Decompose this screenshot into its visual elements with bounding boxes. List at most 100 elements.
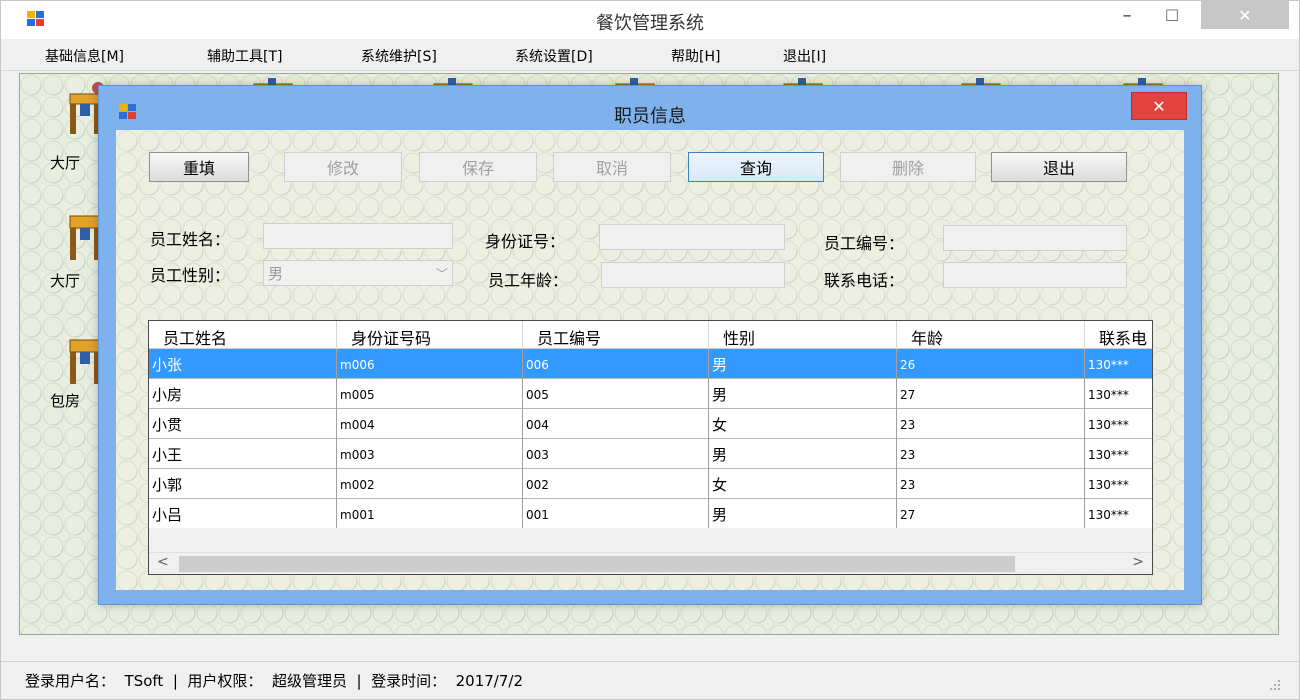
menu-maintenance[interactable]: 系统维护[S] bbox=[361, 46, 437, 66]
cell-age[interactable]: 26 bbox=[897, 349, 1085, 379]
employee-gender-label: 员工性别： bbox=[150, 266, 231, 285]
close-button[interactable]: ✕ bbox=[1201, 1, 1289, 29]
edit-button[interactable]: 修改 bbox=[284, 152, 402, 182]
cell-age[interactable]: 27 bbox=[897, 499, 1085, 529]
cell-employee-number[interactable]: 002 bbox=[523, 469, 709, 499]
column-header-age[interactable]: 年龄 bbox=[897, 321, 1085, 349]
cancel-button[interactable]: 取消 bbox=[553, 152, 671, 182]
menu-settings[interactable]: 系统设置[D] bbox=[515, 46, 593, 66]
reset-button[interactable]: 重填 bbox=[149, 152, 249, 182]
delete-button[interactable]: 删除 bbox=[840, 152, 976, 182]
minimize-icon: – bbox=[1122, 4, 1132, 26]
cell-phone[interactable]: 130*** bbox=[1085, 409, 1152, 439]
table-label: 大厅 bbox=[50, 272, 81, 290]
cell-gender[interactable]: 女 bbox=[709, 409, 897, 439]
employee-age-label: 员工年龄： bbox=[488, 271, 569, 290]
id-card-label: 身份证号： bbox=[485, 232, 566, 251]
table-row[interactable]: 小房 m005 005 男 27 130*** bbox=[149, 379, 1152, 409]
table-row[interactable]: 小贯 m004 004 女 23 130*** bbox=[149, 409, 1152, 439]
minimize-button[interactable]: – bbox=[1109, 1, 1145, 29]
cell-id-card[interactable]: m006 bbox=[337, 349, 523, 379]
id-card-input[interactable] bbox=[599, 224, 785, 250]
cell-employee-number[interactable]: 005 bbox=[523, 379, 709, 409]
app-title: 餐饮管理系统 bbox=[596, 13, 704, 34]
table-row[interactable]: 小张 m006 006 男 26 130*** bbox=[149, 349, 1152, 379]
column-header-name[interactable]: 员工姓名 bbox=[149, 321, 337, 349]
resize-grip-icon[interactable] bbox=[1269, 679, 1281, 691]
cell-id-card[interactable]: m003 bbox=[337, 439, 523, 469]
employee-number-label: 员工编号： bbox=[824, 234, 905, 253]
cell-employee-number[interactable]: 001 bbox=[523, 499, 709, 529]
gender-selected-value: 男 bbox=[268, 264, 284, 283]
column-header-id-card[interactable]: 身份证号码 bbox=[337, 321, 523, 349]
table-row[interactable]: 小郭 m002 002 女 23 130*** bbox=[149, 469, 1152, 499]
menu-basic-info[interactable]: 基础信息[M] bbox=[45, 46, 124, 66]
cell-gender[interactable]: 女 bbox=[709, 469, 897, 499]
horizontal-scrollbar[interactable]: < > bbox=[149, 552, 1152, 574]
phone-label: 联系电话： bbox=[824, 271, 905, 290]
cell-name[interactable]: 小贯 bbox=[149, 409, 337, 439]
grid-header: 员工姓名 身份证号码 员工编号 性别 年龄 联系电 bbox=[149, 321, 1152, 349]
dialog-title: 职员信息 bbox=[614, 106, 686, 127]
cell-age[interactable]: 27 bbox=[897, 379, 1085, 409]
dialog-close-button[interactable]: ✕ bbox=[1131, 92, 1187, 120]
cell-name[interactable]: 小房 bbox=[149, 379, 337, 409]
employee-gender-select[interactable]: 男 ﹀ bbox=[263, 260, 453, 286]
column-header-gender[interactable]: 性别 bbox=[709, 321, 897, 349]
cell-name[interactable]: 小王 bbox=[149, 439, 337, 469]
employee-age-input[interactable] bbox=[601, 262, 785, 288]
maximize-button[interactable]: ☐ bbox=[1149, 1, 1195, 29]
column-header-phone[interactable]: 联系电 bbox=[1085, 321, 1152, 349]
dialog-title-bar[interactable]: 职员信息 ✕ bbox=[99, 86, 1201, 130]
cell-age[interactable]: 23 bbox=[897, 469, 1085, 499]
cell-id-card[interactable]: m005 bbox=[337, 379, 523, 409]
cell-name[interactable]: 小张 bbox=[149, 349, 337, 379]
cell-employee-number[interactable]: 003 bbox=[523, 439, 709, 469]
cell-id-card[interactable]: m004 bbox=[337, 409, 523, 439]
status-bar: 登录用户名： TSoft | 用户权限： 超级管理员 | 登录时间： 2017/… bbox=[1, 661, 1299, 699]
employee-name-label: 员工姓名： bbox=[150, 230, 231, 249]
table-row[interactable]: 小吕 m001 001 男 27 130*** bbox=[149, 499, 1152, 529]
scroll-left-icon[interactable]: < bbox=[157, 554, 169, 570]
menu-exit[interactable]: 退出[I] bbox=[783, 46, 826, 66]
cell-phone[interactable]: 130*** bbox=[1085, 349, 1152, 379]
employee-number-input[interactable] bbox=[943, 225, 1127, 251]
cell-employee-number[interactable]: 004 bbox=[523, 409, 709, 439]
cell-id-card[interactable]: m002 bbox=[337, 469, 523, 499]
query-button[interactable]: 查询 bbox=[688, 152, 824, 182]
phone-input[interactable] bbox=[943, 262, 1127, 288]
column-header-employee-number[interactable]: 员工编号 bbox=[523, 321, 709, 349]
dialog-body: 重填 修改 保存 取消 查询 删除 退出 员工姓名： 身份证号： 员工编号： 员… bbox=[116, 130, 1184, 590]
cell-age[interactable]: 23 bbox=[897, 439, 1085, 469]
cell-phone[interactable]: 130*** bbox=[1085, 469, 1152, 499]
cell-phone[interactable]: 130*** bbox=[1085, 379, 1152, 409]
menu-help[interactable]: 帮助[H] bbox=[671, 46, 720, 66]
scroll-right-icon[interactable]: > bbox=[1132, 554, 1144, 570]
close-icon: ✕ bbox=[1152, 96, 1166, 116]
cell-gender[interactable]: 男 bbox=[709, 439, 897, 469]
exit-button[interactable]: 退出 bbox=[991, 152, 1127, 182]
save-button[interactable]: 保存 bbox=[419, 152, 537, 182]
cell-employee-number[interactable]: 006 bbox=[523, 349, 709, 379]
menu-tools[interactable]: 辅助工具[T] bbox=[207, 46, 282, 66]
table-row[interactable]: 小王 m003 003 男 23 130*** bbox=[149, 439, 1152, 469]
employee-name-input[interactable] bbox=[263, 223, 453, 249]
grid-empty-area bbox=[149, 528, 1152, 553]
close-icon: ✕ bbox=[1238, 5, 1252, 25]
chevron-down-icon: ﹀ bbox=[435, 266, 448, 281]
cell-name[interactable]: 小郭 bbox=[149, 469, 337, 499]
cell-phone[interactable]: 130*** bbox=[1085, 439, 1152, 469]
cell-gender[interactable]: 男 bbox=[709, 499, 897, 529]
employee-grid[interactable]: 员工姓名 身份证号码 员工编号 性别 年龄 联系电 小张 m006 006 男 26 13… bbox=[148, 320, 1153, 575]
cell-phone[interactable]: 130*** bbox=[1085, 499, 1152, 529]
title-bar[interactable]: 餐饮管理系统 – ☐ ✕ bbox=[1, 1, 1299, 39]
table-label: 包房 bbox=[50, 392, 81, 410]
employee-info-dialog: 职员信息 ✕ 重填 修改 保存 取消 查询 删除 退出 员工姓名： 身份证号： … bbox=[98, 85, 1202, 605]
cell-gender[interactable]: 男 bbox=[709, 349, 897, 379]
cell-id-card[interactable]: m001 bbox=[337, 499, 523, 529]
cell-name[interactable]: 小吕 bbox=[149, 499, 337, 529]
status-text: 登录用户名： TSoft | 用户权限： 超级管理员 | 登录时间： 2017/… bbox=[25, 672, 523, 690]
cell-age[interactable]: 23 bbox=[897, 409, 1085, 439]
cell-gender[interactable]: 男 bbox=[709, 379, 897, 409]
scrollbar-thumb[interactable] bbox=[179, 556, 1015, 572]
